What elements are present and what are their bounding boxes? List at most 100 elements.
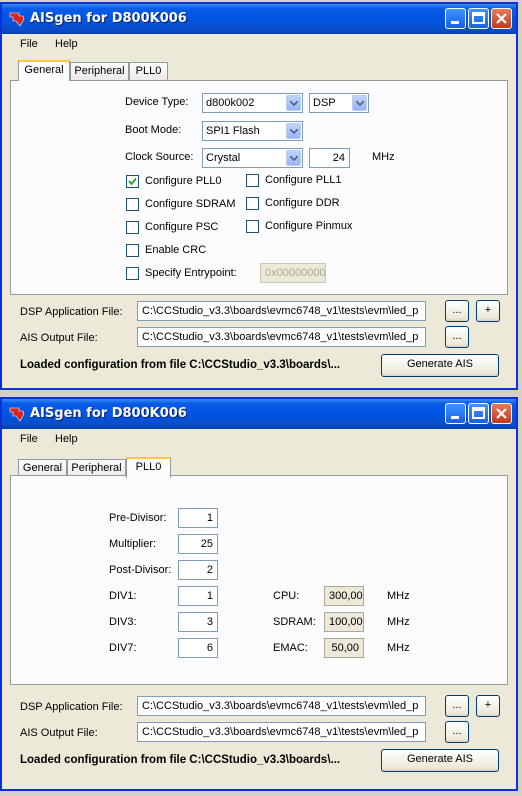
boot-mode-select[interactable]: SPI1 Flash (202, 121, 303, 141)
dsp-add-button[interactable]: + (476, 695, 500, 717)
menu-file[interactable]: File (20, 38, 38, 50)
device-type-value: d800k002 (206, 97, 255, 109)
configure-pll0-label: Configure PLL0 (145, 175, 222, 187)
general-tab-page: Device Type: d800k002 DSP Boot Mode: SPI… (10, 80, 508, 295)
dsp-browse-button[interactable]: ... (445, 695, 469, 717)
clock-unit-label: MHz (372, 151, 395, 163)
dsp-add-button[interactable]: + (476, 300, 500, 322)
enable-crc-checkbox[interactable] (126, 244, 139, 257)
configure-ddr-checkbox[interactable] (246, 197, 259, 210)
configure-psc-checkbox[interactable] (126, 221, 139, 234)
ti-logo-icon (9, 12, 25, 27)
aisgen-window-general: AISgen for D800K006 File Help General Pe… (0, 2, 518, 390)
tab-general[interactable]: General (18, 60, 70, 81)
chevron-down-icon[interactable] (286, 123, 301, 139)
device-type-label: Device Type: (125, 96, 189, 108)
menu-bar: File Help (2, 34, 516, 56)
emac-label: EMAC: (273, 642, 308, 654)
div1-label: DIV1: (109, 590, 137, 602)
dsp-browse-button[interactable]: ... (445, 300, 469, 322)
clock-frequency-input[interactable]: 24 (309, 148, 350, 168)
title-bar[interactable]: AISgen for D800K006 (2, 399, 516, 429)
ais-output-file-input[interactable]: C:\CCStudio_v3.3\boards\evmc6748_v1\test… (137, 722, 426, 742)
maximize-button[interactable] (468, 403, 489, 424)
emac-unit: MHz (387, 642, 410, 654)
pre-divisor-label: Pre-Divisor: (109, 512, 167, 524)
entrypoint-input[interactable]: 0x00000000 (260, 263, 326, 283)
clock-source-select[interactable]: Crystal (202, 148, 303, 168)
menu-file[interactable]: File (20, 433, 38, 445)
configure-pll1-checkbox[interactable] (246, 174, 259, 187)
cpu-label: CPU: (273, 590, 300, 602)
generate-ais-button[interactable]: Generate AIS (381, 354, 499, 377)
div7-label: DIV7: (109, 642, 137, 654)
boot-mode-value: SPI1 Flash (206, 125, 260, 137)
minimize-icon (451, 416, 459, 419)
maximize-icon (472, 407, 485, 419)
status-message: Loaded configuration from file C:\CCStud… (20, 754, 341, 766)
ais-output-file-label: AIS Output File: (20, 727, 98, 739)
configure-pinmux-checkbox[interactable] (246, 220, 259, 233)
menu-help[interactable]: Help (55, 38, 78, 50)
pre-divisor-input[interactable]: 1 (178, 508, 218, 528)
post-divisor-input[interactable]: 2 (178, 560, 218, 580)
title-bar[interactable]: AISgen for D800K006 (2, 4, 516, 34)
close-icon (496, 408, 507, 419)
tab-pll0[interactable]: PLL0 (126, 457, 171, 478)
maximize-button[interactable] (468, 8, 489, 29)
div3-label: DIV3: (109, 616, 137, 628)
clock-source-label: Clock Source: (125, 151, 194, 163)
multiplier-input[interactable]: 25 (178, 534, 218, 554)
sdram-label: SDRAM: (273, 616, 316, 628)
sdram-unit: MHz (387, 616, 410, 628)
close-icon (496, 13, 507, 24)
div1-input[interactable]: 1 (178, 586, 218, 606)
cpu-frequency-value: 300,00 (324, 586, 364, 606)
aisgen-window-pll0: AISgen for D800K006 File Help General Pe… (0, 397, 518, 791)
chevron-down-icon[interactable] (286, 95, 301, 111)
div7-input[interactable]: 6 (178, 638, 218, 658)
cpu-unit: MHz (387, 590, 410, 602)
specify-entrypoint-checkbox[interactable] (126, 267, 139, 280)
ti-logo-icon (9, 407, 25, 422)
ais-browse-button[interactable]: ... (445, 721, 469, 743)
tab-pll0[interactable]: PLL0 (129, 62, 168, 80)
minimize-button[interactable] (445, 403, 466, 424)
sdram-frequency-value: 100,00 (324, 612, 364, 632)
close-button[interactable] (491, 403, 512, 424)
ais-output-file-label: AIS Output File: (20, 332, 98, 344)
configure-pll1-label: Configure PLL1 (265, 174, 342, 186)
configure-ddr-label: Configure DDR (265, 197, 340, 209)
generate-ais-button[interactable]: Generate AIS (381, 749, 499, 772)
menu-bar: File Help (2, 429, 516, 451)
pll0-tab-page: Pre-Divisor: 1 Multiplier: 25 Post-Divis… (10, 475, 508, 685)
configure-sdram-checkbox[interactable] (126, 198, 139, 211)
device-core-value: DSP (313, 97, 336, 109)
device-type-select[interactable]: d800k002 (202, 93, 303, 113)
multiplier-label: Multiplier: (109, 538, 157, 550)
div3-input[interactable]: 3 (178, 612, 218, 632)
enable-crc-label: Enable CRC (145, 244, 207, 256)
post-divisor-label: Post-Divisor: (109, 564, 172, 576)
dsp-application-file-input[interactable]: C:\CCStudio_v3.3\boards\evmc6748_v1\test… (137, 301, 426, 321)
dsp-application-file-input[interactable]: C:\CCStudio_v3.3\boards\evmc6748_v1\test… (137, 696, 426, 716)
ais-output-file-input[interactable]: C:\CCStudio_v3.3\boards\evmc6748_v1\test… (137, 327, 426, 347)
window-title: AISgen for D800K006 (30, 11, 187, 26)
configure-pll0-checkbox[interactable] (126, 175, 139, 188)
checkmark-icon (128, 177, 137, 186)
configure-sdram-label: Configure SDRAM (145, 198, 236, 210)
minimize-button[interactable] (445, 8, 466, 29)
configure-psc-label: Configure PSC (145, 221, 219, 233)
maximize-icon (472, 12, 485, 24)
boot-mode-label: Boot Mode: (125, 124, 182, 136)
menu-help[interactable]: Help (55, 433, 78, 445)
chevron-down-icon[interactable] (352, 95, 367, 111)
tab-peripheral[interactable]: Peripheral (70, 62, 129, 80)
ais-browse-button[interactable]: ... (445, 326, 469, 348)
close-button[interactable] (491, 8, 512, 29)
device-core-select[interactable]: DSP (309, 93, 369, 113)
minimize-icon (451, 21, 459, 24)
chevron-down-icon[interactable] (286, 150, 301, 166)
specify-entrypoint-label: Specify Entrypoint: (145, 267, 237, 279)
status-message: Loaded configuration from file C:\CCStud… (20, 359, 341, 371)
